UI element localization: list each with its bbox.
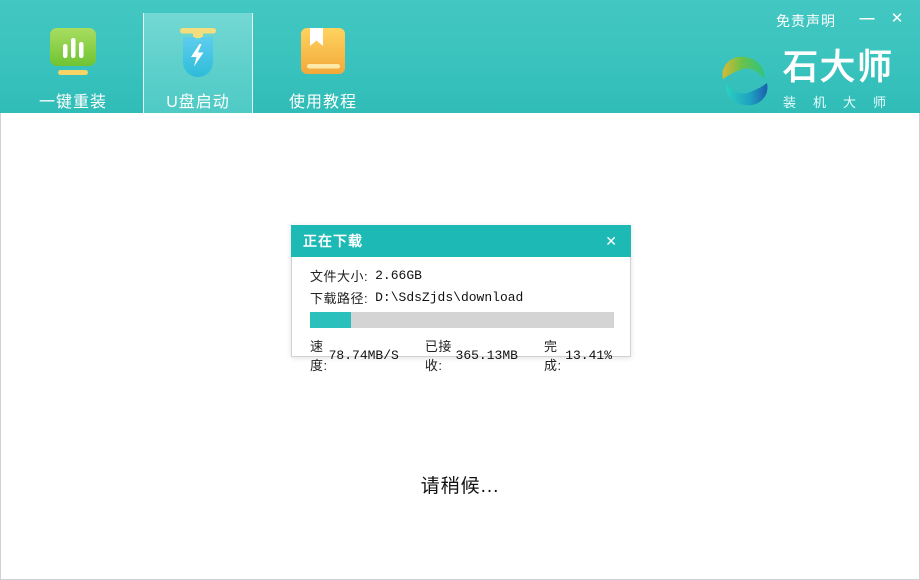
- tab-tutorial[interactable]: 使用教程: [268, 0, 378, 113]
- tab-usb-boot[interactable]: U盘启动: [143, 0, 253, 113]
- logo-title: 石大师: [783, 50, 894, 86]
- app-header: 一键重装: [0, 0, 920, 113]
- tab-label: U盘启动: [166, 88, 230, 112]
- dialog-title: 正在下载: [303, 231, 603, 251]
- received-stat: 已接收: 365.13MB: [425, 336, 518, 374]
- dialog-close-icon[interactable]: ✕: [603, 233, 619, 250]
- disclaimer-link[interactable]: 免责声明: [776, 11, 836, 31]
- download-stats: 速度: 78.74MB/S 已接收: 365.13MB 完成: 13.41%: [310, 336, 612, 374]
- app-window: 一键重装: [0, 0, 920, 580]
- done-label: 完成:: [544, 336, 564, 374]
- tab-label: 使用教程: [289, 88, 357, 112]
- minimize-button[interactable]: —: [854, 8, 880, 30]
- download-path-label: 下载路径:: [310, 288, 368, 307]
- download-path-value: D:\SdsZjds\download: [375, 290, 523, 305]
- app-logo: 石大师 装机大师: [717, 50, 894, 115]
- tab-label: 一键重装: [39, 88, 107, 112]
- usb-drive-icon: [173, 25, 223, 81]
- main-content: 正在下载 ✕ 文件大小: 2.66GB 下载路径: D:\SdsZjds\dow…: [0, 113, 920, 580]
- download-path-row: 下载路径: D:\SdsZjds\download: [310, 290, 612, 305]
- speed-label: 速度:: [310, 336, 328, 374]
- book-icon: [298, 25, 348, 81]
- speed-value: 78.74MB/S: [329, 348, 399, 363]
- done-stat: 完成: 13.41%: [544, 336, 612, 374]
- logo-icon: [717, 52, 773, 115]
- tab-bar: 一键重装: [18, 0, 378, 113]
- progress-bar: [310, 312, 614, 328]
- dialog-body: 文件大小: 2.66GB 下载路径: D:\SdsZjds\download 速…: [291, 257, 631, 357]
- chart-icon: [48, 25, 98, 81]
- close-button[interactable]: ✕: [884, 8, 910, 30]
- received-label: 已接收:: [425, 336, 455, 374]
- tab-one-key-reinstall[interactable]: 一键重装: [18, 0, 128, 113]
- progress-fill: [310, 312, 351, 328]
- dialog-titlebar: 正在下载 ✕: [291, 225, 631, 257]
- speed-stat: 速度: 78.74MB/S: [310, 336, 399, 374]
- received-value: 365.13MB: [456, 348, 518, 363]
- wait-message: 请稍候...: [1, 471, 919, 498]
- download-dialog: 正在下载 ✕ 文件大小: 2.66GB 下载路径: D:\SdsZjds\dow…: [291, 225, 631, 357]
- done-value: 13.41%: [565, 348, 612, 363]
- file-size-row: 文件大小: 2.66GB: [310, 268, 612, 283]
- logo-subtitle: 装机大师: [783, 92, 911, 111]
- file-size-label: 文件大小:: [310, 266, 368, 285]
- file-size-value: 2.66GB: [375, 268, 422, 283]
